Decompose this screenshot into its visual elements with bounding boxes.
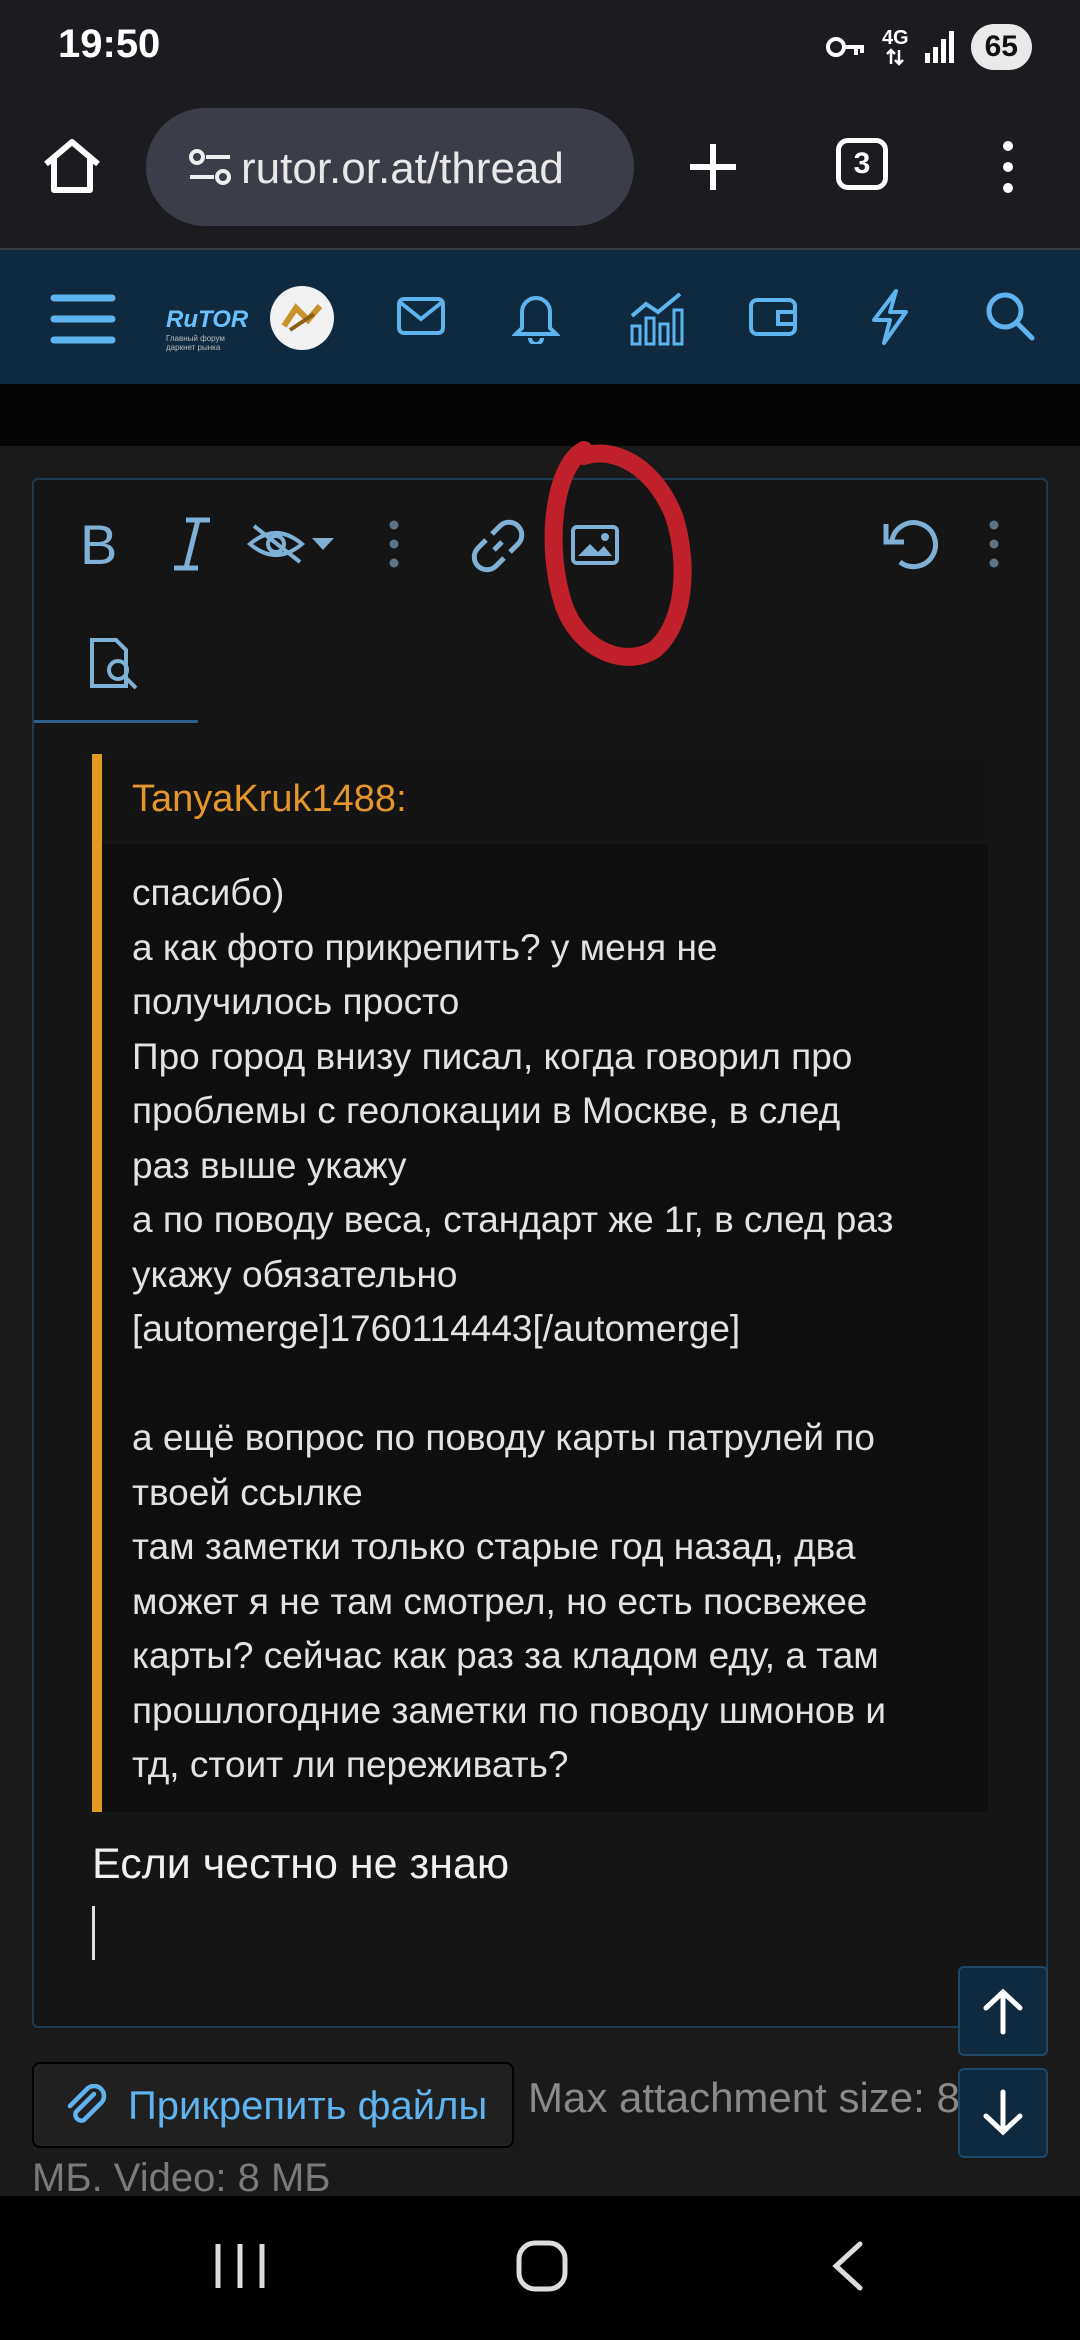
status-bar: 19:50 4G 65 <box>0 0 1080 96</box>
bold-button[interactable]: B <box>78 514 124 574</box>
new-tab-button[interactable] <box>686 140 740 194</box>
quote-line: проблемы с геолокации в Москве, в след <box>132 1090 841 1131</box>
quote-line: а как фото прикрепить? у меня не <box>132 926 718 968</box>
status-time: 19:50 <box>58 22 161 66</box>
browser-toolbar: rutor.or.at/thread 3 <box>0 96 1080 250</box>
reply-text-area[interactable]: Если честно не знаю <box>92 1840 509 1889</box>
quote-line: [automerge]1760114443[/automerge] <box>132 1308 741 1349</box>
video-size-limit: МБ. Video: 8 МБ <box>32 2156 331 2200</box>
inbox-icon[interactable] <box>396 294 446 338</box>
quote-line: спасибо) <box>132 872 285 913</box>
network-indicator: 4G <box>882 28 909 66</box>
lightning-icon[interactable] <box>868 288 912 346</box>
site-logo[interactable]: RuTOR <box>166 306 248 334</box>
site-settings-icon[interactable] <box>188 148 232 186</box>
quote-line: раз выше укажу <box>132 1144 407 1186</box>
scroll-down-button[interactable] <box>958 2068 1048 2158</box>
site-navbar: RuTOR Главный форум даркнет рынка <box>0 250 1080 384</box>
quote-line: Про город внизу писал, когда говорил про <box>132 1035 853 1077</box>
quote-line: карты? сейчас как раз за кладом еду, а т… <box>132 1635 879 1676</box>
quote-line: прошлогодние заметки по поводу шмонов и <box>132 1689 887 1731</box>
svg-text:B: B <box>80 514 117 574</box>
quote-author[interactable]: TanyaKruk1488: <box>132 778 407 821</box>
vpn-key-icon <box>825 33 866 61</box>
network-type: 4G <box>881 27 909 49</box>
battery-indicator: 65 <box>970 24 1032 70</box>
home-button[interactable] <box>40 136 104 196</box>
search-icon[interactable] <box>984 290 1036 342</box>
quote-line: твоей ссылке <box>132 1471 363 1513</box>
editor-more-options-icon[interactable] <box>988 520 1000 568</box>
attach-files-button[interactable]: Прикрепить файлы <box>32 2062 514 2148</box>
undo-button[interactable] <box>882 514 938 574</box>
site-logo-subtitle: Главный форум даркнет рынка <box>166 334 225 352</box>
quote-line: получилось просто <box>132 981 460 1022</box>
quote-line: может я не там смотрел, но есть посвежее <box>132 1580 868 1622</box>
notifications-bell-icon[interactable] <box>512 290 560 344</box>
quote-line: там заметки только старые год назад, два <box>132 1526 856 1567</box>
recent-apps-button[interactable] <box>212 2240 268 2292</box>
status-icons: 4G 65 <box>825 22 1032 72</box>
preview-button[interactable] <box>86 636 148 692</box>
system-nav-bar <box>0 2196 1080 2340</box>
quote-block: TanyaKruk1488: спасибо) а как фото прикр… <box>92 754 988 1812</box>
quote-line: а ещё вопрос по поводу карты патрулей по <box>132 1417 875 1458</box>
quote-line <box>132 1357 962 1412</box>
paperclip-icon <box>64 2084 110 2130</box>
quote-line: а по поводу веса, стандарт же 1г, в след… <box>132 1199 894 1240</box>
italic-button[interactable] <box>172 514 212 574</box>
attach-files-label: Прикрепить файлы <box>128 2084 488 2128</box>
hide-content-dropdown[interactable] <box>246 522 338 566</box>
url-text: rutor.or.at/thread <box>241 144 564 193</box>
quote-accent-bar <box>92 754 102 1812</box>
preview-tab-indicator <box>34 720 198 723</box>
back-button[interactable] <box>828 2240 868 2292</box>
stats-chart-icon[interactable] <box>628 288 686 346</box>
max-attachment-size: Max attachment size: 8 <box>528 2074 960 2121</box>
more-options-icon[interactable] <box>388 520 400 568</box>
quote-body: спасибо) а как фото прикрепить? у меня н… <box>132 866 962 1793</box>
text-caret <box>92 1906 95 1960</box>
home-nav-button[interactable] <box>514 2238 570 2294</box>
quote-line: тд, стоит ли переживать? <box>132 1744 569 1785</box>
hamburger-menu-icon[interactable] <box>50 292 116 346</box>
quote-line: укажу обязательно <box>132 1253 458 1295</box>
user-avatar[interactable] <box>270 286 334 350</box>
browser-menu-icon[interactable] <box>998 140 1018 194</box>
tab-switcher-button[interactable]: 3 <box>836 138 888 190</box>
annotation-circle <box>514 436 704 696</box>
scroll-up-button[interactable] <box>958 1966 1048 2056</box>
wallet-icon[interactable] <box>748 294 798 338</box>
address-bar[interactable]: rutor.or.at/thread <box>146 108 634 226</box>
signal-icon <box>924 31 955 63</box>
